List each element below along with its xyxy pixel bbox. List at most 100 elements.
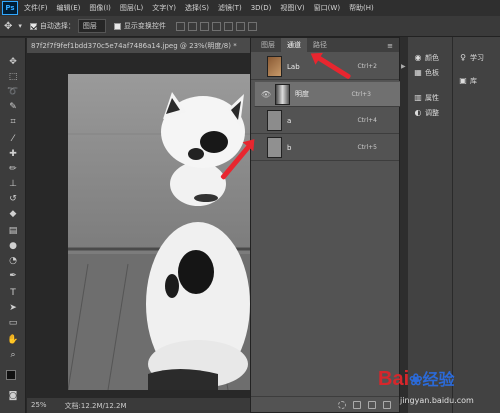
- brush-tool-icon[interactable]: ✏: [7, 163, 19, 175]
- align-middle-icon[interactable]: [187, 21, 197, 31]
- channel-thumbnail: [275, 83, 290, 105]
- document-size: 文档:12.2M/12.2M: [64, 402, 127, 410]
- menu-bar: Ps 文件(F) 编辑(E) 图像(I) 图层(L) 文字(Y) 选择(S) 滤…: [0, 0, 500, 16]
- auto-select-checkbox[interactable]: [29, 22, 37, 30]
- menu-view[interactable]: 视图(V): [280, 3, 304, 13]
- tab-layers[interactable]: 图层: [255, 38, 281, 52]
- channel-row-lab[interactable]: Lab Ctrl+2: [251, 54, 399, 80]
- align-bottom-icon[interactable]: [199, 21, 209, 31]
- menu-help[interactable]: 帮助(H): [349, 3, 374, 13]
- channel-shortcut: Ctrl+3: [351, 90, 371, 98]
- panel-adjustments[interactable]: ◐ 调整: [414, 108, 440, 118]
- quick-mask-icon[interactable]: ◙: [7, 390, 19, 402]
- menu-filter[interactable]: 滤镜(T): [218, 3, 242, 13]
- panel-label: 库: [470, 77, 477, 85]
- channel-shortcut: Ctrl+2: [357, 63, 377, 70]
- align-left-icon[interactable]: [211, 21, 221, 31]
- channel-thumbnail: [267, 110, 282, 131]
- panel-learn[interactable]: ♀ 学习: [459, 53, 484, 63]
- menu-window[interactable]: 窗口(W): [314, 3, 340, 13]
- eraser-tool-icon[interactable]: ◆: [7, 208, 19, 220]
- healing-brush-icon[interactable]: ✚: [7, 148, 19, 160]
- menu-file[interactable]: 文件(F): [24, 3, 48, 13]
- pen-tool-icon[interactable]: ✒: [7, 270, 19, 282]
- tab-paths[interactable]: 路径: [307, 38, 333, 52]
- channel-thumbnail: [267, 137, 282, 158]
- gradient-tool-icon[interactable]: ▤: [7, 225, 19, 237]
- eyedropper-tool-icon[interactable]: ⁄: [7, 133, 19, 145]
- panel-libraries[interactable]: ▣ 库: [459, 76, 477, 86]
- channel-name: a: [287, 116, 292, 125]
- crop-tool-icon[interactable]: ⌗: [7, 116, 19, 128]
- document-image[interactable]: [68, 74, 250, 390]
- tab-channels[interactable]: 通道: [281, 38, 307, 52]
- distribute-icon[interactable]: [247, 21, 257, 31]
- panel-label: 色板: [425, 69, 439, 77]
- clone-stamp-icon[interactable]: ⊥: [7, 178, 19, 190]
- panel-color[interactable]: ◉ 颜色: [414, 53, 440, 63]
- move-tool-icon[interactable]: ✥: [4, 21, 12, 32]
- panel-properties[interactable]: ▥ 属性: [414, 93, 439, 103]
- collapsed-panels-right: ♀ 学习 ▣ 库: [452, 37, 500, 413]
- menu-edit[interactable]: 编辑(E): [57, 3, 81, 13]
- type-tool-icon[interactable]: T: [7, 287, 19, 299]
- swatches-icon: ▦: [414, 68, 422, 77]
- panel-swatches[interactable]: ▦ 色板: [414, 68, 439, 78]
- channel-name: b: [287, 143, 292, 152]
- zoom-level[interactable]: 25%: [31, 401, 47, 413]
- cat-photo: [68, 74, 250, 390]
- align-center-icon[interactable]: [223, 21, 233, 31]
- dodge-tool-icon[interactable]: ◔: [7, 255, 19, 267]
- quick-select-tool-icon[interactable]: ✎: [7, 101, 19, 113]
- panel-separator: ▶: [400, 37, 408, 413]
- auto-select-label: 自动选择：: [39, 22, 75, 30]
- panel-label: 学习: [470, 54, 484, 62]
- tool-preset-dropdown[interactable]: ▾: [18, 22, 22, 30]
- rectangle-tool-icon[interactable]: ▭: [7, 317, 19, 329]
- eye-icon[interactable]: 👁: [259, 90, 273, 99]
- watermark-logo: Bai❀经验: [378, 368, 455, 390]
- align-top-icon[interactable]: [175, 21, 185, 31]
- path-select-icon[interactable]: ➤: [7, 302, 19, 314]
- properties-icon: ▥: [414, 93, 422, 102]
- align-right-icon[interactable]: [235, 21, 245, 31]
- menu-image[interactable]: 图像(I): [89, 3, 111, 13]
- foreground-color-swatch[interactable]: [6, 370, 16, 380]
- document-tab[interactable]: 87f2f7f9fef1bdd370c5e74af7486a14.jpeg @ …: [27, 38, 253, 53]
- baidu-watermark: Bai❀经验 jingyan.baidu.com: [370, 358, 498, 410]
- channel-name: 明度: [295, 90, 309, 98]
- menu-layer[interactable]: 图层(L): [120, 3, 143, 13]
- auto-select-dropdown[interactable]: 图层: [77, 19, 106, 33]
- library-icon: ▣: [459, 76, 467, 85]
- status-bar: 25% 文档:12.2M/12.2M: [27, 398, 250, 413]
- blur-tool-icon[interactable]: ●: [7, 240, 19, 252]
- collapsed-panels-column: ◉ 颜色 ▦ 色板 ▥ 属性 ◐ 调整: [408, 37, 452, 413]
- channel-shortcut: Ctrl+5: [357, 144, 377, 151]
- channel-row-lightness[interactable]: 👁 明度 Ctrl+3: [254, 81, 402, 107]
- marquee-tool-icon[interactable]: ⬚: [7, 71, 19, 83]
- menu-3d[interactable]: 3D(D): [251, 4, 272, 12]
- show-transform-checkbox[interactable]: [113, 22, 121, 30]
- channel-row-a[interactable]: a Ctrl+4: [251, 108, 399, 134]
- panel-collapse-icon[interactable]: ▶: [401, 63, 406, 70]
- zoom-tool-icon[interactable]: ⌕: [7, 349, 19, 361]
- load-selection-icon[interactable]: [338, 400, 346, 409]
- show-transform-label: 显示变换控件: [123, 22, 166, 30]
- panel-label: 调整: [425, 109, 439, 117]
- panel-label: 颜色: [425, 54, 439, 62]
- panel-menu-icon[interactable]: ≡: [387, 42, 393, 52]
- palette-icon: ◉: [414, 53, 422, 62]
- menu-type[interactable]: 文字(Y): [152, 3, 176, 13]
- move-tool-icon[interactable]: ✥: [7, 56, 19, 68]
- photoshop-logo: Ps: [2, 1, 18, 15]
- tools-panel: ✥ ⬚ ➰ ✎ ⌗ ⁄ ✚ ✏ ⊥ ↺ ◆ ▤ ● ◔ ✒ T ➤ ▭ ✋ ⌕ …: [0, 38, 26, 413]
- channel-row-b[interactable]: b Ctrl+5: [251, 135, 399, 161]
- lasso-tool-icon[interactable]: ➰: [7, 86, 19, 98]
- options-bar: ✥ ▾ 自动选择： 图层 显示变换控件: [0, 16, 500, 37]
- history-brush-icon[interactable]: ↺: [7, 193, 19, 205]
- menu-select[interactable]: 选择(S): [185, 3, 209, 13]
- channel-shortcut: Ctrl+4: [357, 117, 377, 124]
- hand-tool-icon[interactable]: ✋: [7, 334, 19, 346]
- save-selection-icon[interactable]: [353, 400, 361, 409]
- lightbulb-icon: ♀: [460, 53, 466, 62]
